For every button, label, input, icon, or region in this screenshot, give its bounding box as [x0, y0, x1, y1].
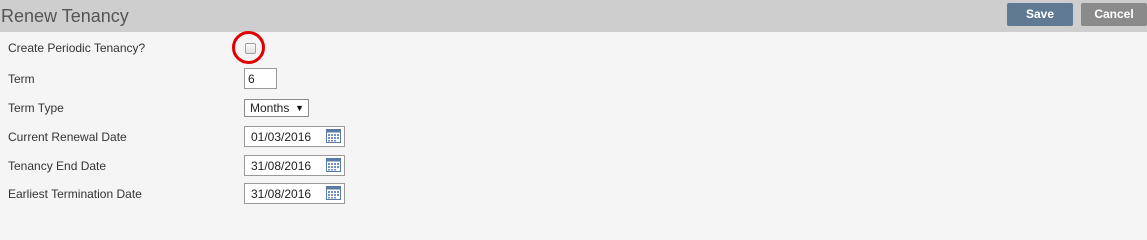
- current-renewal-date-label: Current Renewal Date: [8, 130, 127, 144]
- term-row: Term: [0, 65, 1147, 93]
- calendar-icon[interactable]: [326, 186, 341, 200]
- term-type-label: Term Type: [8, 101, 64, 115]
- periodic-tenancy-label: Create Periodic Tenancy?: [8, 41, 146, 55]
- term-type-selected-value: Months: [250, 101, 290, 115]
- tenancy-end-date-label: Tenancy End Date: [8, 159, 107, 173]
- tenancy-end-date-row: Tenancy End Date: [0, 152, 1147, 180]
- triangle-down-icon: ▼: [295, 103, 304, 113]
- term-label: Term: [8, 72, 35, 86]
- term-type-select[interactable]: Months ▼: [244, 99, 309, 117]
- current-renewal-date-row: Current Renewal Date: [0, 123, 1147, 151]
- save-button[interactable]: Save: [1007, 3, 1073, 26]
- highlight-circle: [232, 31, 265, 64]
- calendar-icon[interactable]: [326, 129, 341, 143]
- page-header: Renew Tenancy Save Cancel: [0, 0, 1147, 32]
- page-title: Renew Tenancy: [1, 6, 129, 26]
- term-input[interactable]: [244, 68, 277, 89]
- periodic-tenancy-row: Create Periodic Tenancy?: [0, 34, 1147, 62]
- earliest-termination-date-label: Earliest Termination Date: [8, 187, 142, 201]
- earliest-termination-date-row: Earliest Termination Date: [0, 180, 1147, 208]
- term-type-row: Term Type Months ▼: [0, 94, 1147, 122]
- cancel-button[interactable]: Cancel: [1081, 3, 1147, 26]
- calendar-icon[interactable]: [326, 158, 341, 172]
